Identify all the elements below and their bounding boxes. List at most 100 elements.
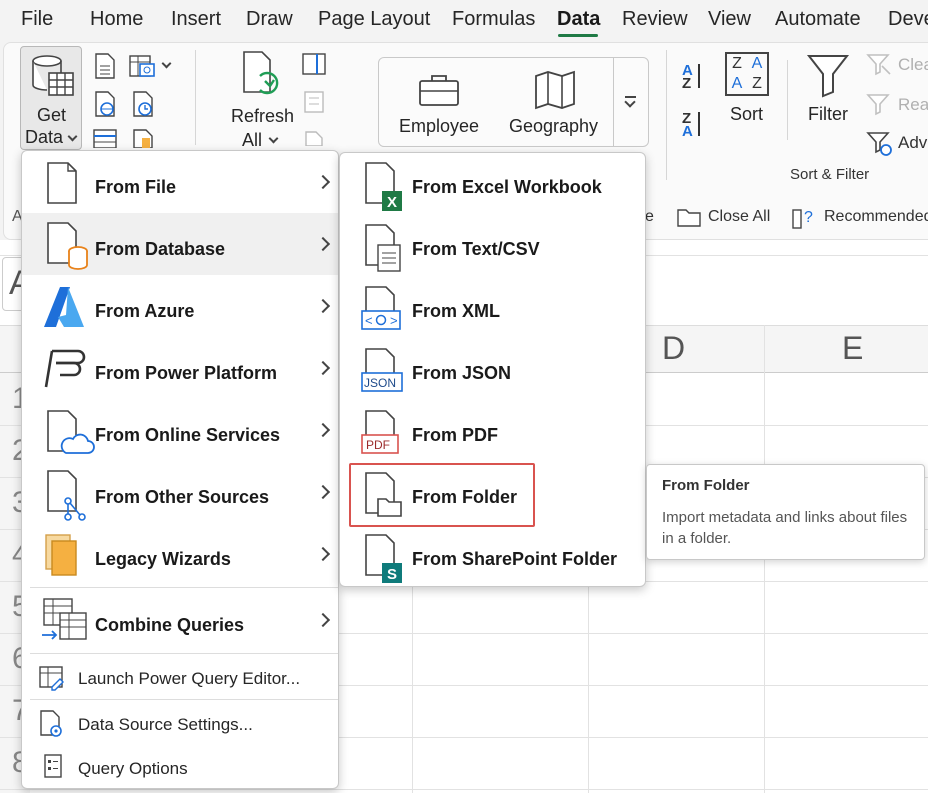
submenu-item-label: From Folder	[412, 487, 518, 507]
sort-grid-cell: Z	[732, 55, 742, 72]
menu-item-from-azure[interactable]: From Azure	[22, 275, 338, 337]
recommended-label: Recommended	[824, 208, 928, 225]
query-options-icon	[44, 754, 62, 778]
briefcase-icon	[419, 75, 459, 106]
tab-insert[interactable]: Insert	[171, 8, 221, 31]
existing-connections-small-icon[interactable]	[130, 128, 156, 148]
from-file-submenu: X From Excel Workbook From Text/CSV < > F…	[339, 152, 646, 587]
from-text-csv-small-icon[interactable]	[92, 52, 118, 80]
tab-page-layout[interactable]: Page Layout	[318, 8, 430, 31]
toolbar-partial-e: e	[645, 208, 654, 225]
ribbon-separator	[195, 50, 196, 145]
chevron-right-icon	[315, 298, 331, 314]
gallery-more-button[interactable]	[613, 58, 649, 146]
sort-label: Sort	[730, 104, 764, 124]
sharepoint-badge-text: S	[387, 566, 397, 583]
column-header-e[interactable]: E	[842, 330, 863, 367]
menu-item-combine-queries[interactable]: Combine Queries	[22, 589, 338, 653]
close-all-button[interactable]: Close All	[676, 204, 776, 230]
menu-item-from-database[interactable]: From Database	[22, 213, 338, 275]
file-icon	[47, 162, 77, 204]
tab-file[interactable]: File	[21, 8, 53, 31]
submenu-item-from-pdf[interactable]: PDF From PDF	[340, 403, 645, 465]
submenu-item-from-json[interactable]: JSON From JSON	[340, 341, 645, 403]
menu-item-from-other-sources[interactable]: From Other Sources	[22, 461, 338, 523]
tab-developer[interactable]: Deve	[888, 8, 928, 31]
svg-text:?: ?	[804, 209, 813, 226]
json-badge-text: JSON	[364, 376, 396, 390]
tab-draw[interactable]: Draw	[246, 8, 293, 31]
recommended-button[interactable]: ? Recommended	[790, 204, 928, 230]
menu-item-from-power-platform[interactable]: From Power Platform	[22, 337, 338, 399]
sort-descending-button[interactable]: Z A	[680, 110, 710, 140]
menu-item-legacy-wizards[interactable]: Legacy Wizards	[22, 523, 338, 585]
tooltip-title: From Folder	[662, 477, 750, 494]
pdf-icon: PDF	[361, 410, 399, 454]
column-header-d[interactable]: D	[662, 330, 685, 367]
from-web-small-icon[interactable]	[92, 90, 118, 118]
filter-funnel-icon	[806, 55, 850, 98]
properties-icon	[304, 91, 324, 113]
get-data-label-line1: Get	[37, 105, 67, 125]
chevron-right-icon	[315, 236, 331, 252]
tab-review[interactable]: Review	[622, 8, 688, 31]
from-picture-small-icon[interactable]	[128, 52, 158, 80]
chevron-right-icon	[315, 360, 331, 376]
geography-data-type[interactable]: Geography	[499, 58, 611, 146]
power-query-editor-icon	[39, 666, 64, 691]
refresh-icon	[243, 51, 279, 95]
submenu-item-label: From SharePoint Folder	[412, 549, 618, 569]
svg-text:>: >	[390, 313, 398, 328]
chevron-down-icon	[624, 96, 636, 108]
tooltip: From Folder Import metadata and links ab…	[646, 464, 925, 560]
menu-item-query-options[interactable]: Query Options	[22, 745, 338, 789]
submenu-item-from-excel-workbook[interactable]: X From Excel Workbook	[340, 155, 645, 217]
advanced-filter-button[interactable]: Adv	[866, 130, 928, 158]
employee-data-type[interactable]: Employee	[379, 58, 499, 146]
menu-item-launch-power-query-editor[interactable]: Launch Power Query Editor...	[22, 655, 338, 699]
get-data-label-line2: Data	[25, 127, 64, 147]
tab-home[interactable]: Home	[90, 8, 143, 31]
tab-view[interactable]: View	[708, 8, 751, 31]
sort-ascending-button[interactable]: A Z	[680, 62, 710, 92]
advanced-label: Adv	[898, 133, 928, 152]
submenu-item-from-sharepoint-folder[interactable]: S From SharePoint Folder	[340, 527, 645, 589]
folder-file-icon	[365, 472, 402, 517]
submenu-item-label: From PDF	[412, 425, 499, 445]
submenu-item-label: From JSON	[412, 363, 512, 383]
refresh-label-line2: All	[242, 130, 263, 150]
from-table-small-icon[interactable]	[92, 128, 118, 148]
edit-links-icon	[305, 131, 323, 146]
database-file-icon	[47, 222, 88, 270]
recent-sources-small-icon[interactable]	[130, 90, 156, 118]
queries-connections-icon[interactable]	[301, 52, 327, 76]
menu-bar: File Home Insert Draw Page Layout Formul…	[0, 0, 928, 40]
menu-item-from-online-services[interactable]: From Online Services	[22, 399, 338, 461]
azure-icon	[44, 287, 84, 327]
menu-item-from-file[interactable]: From File	[22, 151, 338, 213]
sort-button[interactable]: Z A A Z Sort	[722, 52, 772, 132]
submenu-item-from-folder[interactable]: From Folder	[340, 463, 645, 527]
get-data-button[interactable]: Get Data	[20, 46, 82, 150]
menu-item-data-source-settings[interactable]: Data Source Settings...	[22, 701, 338, 745]
menu-item-label: From File	[95, 177, 177, 197]
data-types-gallery: Employee Geography	[378, 57, 649, 147]
chevron-right-icon	[315, 422, 331, 438]
filter-button[interactable]: Filter	[800, 52, 860, 132]
chevron-right-icon	[315, 174, 331, 190]
recommended-icon: ?	[792, 209, 813, 229]
down-arrow-icon	[698, 112, 700, 136]
filter-label: Filter	[808, 104, 848, 124]
submenu-item-from-text-csv[interactable]: From Text/CSV	[340, 217, 645, 279]
employee-label: Employee	[399, 116, 480, 136]
refresh-all-button[interactable]: Refresh All	[224, 46, 296, 150]
xml-icon: < >	[361, 286, 401, 330]
tab-formulas[interactable]: Formulas	[452, 8, 535, 31]
tab-automate[interactable]: Automate	[775, 8, 861, 31]
tab-data[interactable]: Data	[557, 8, 600, 31]
power-platform-icon	[44, 349, 86, 388]
submenu-item-from-xml[interactable]: < > From XML	[340, 279, 645, 341]
menu-separator	[30, 699, 338, 700]
tooltip-body: Import metadata and links about files in…	[662, 509, 908, 547]
cloud-file-icon	[47, 410, 95, 454]
